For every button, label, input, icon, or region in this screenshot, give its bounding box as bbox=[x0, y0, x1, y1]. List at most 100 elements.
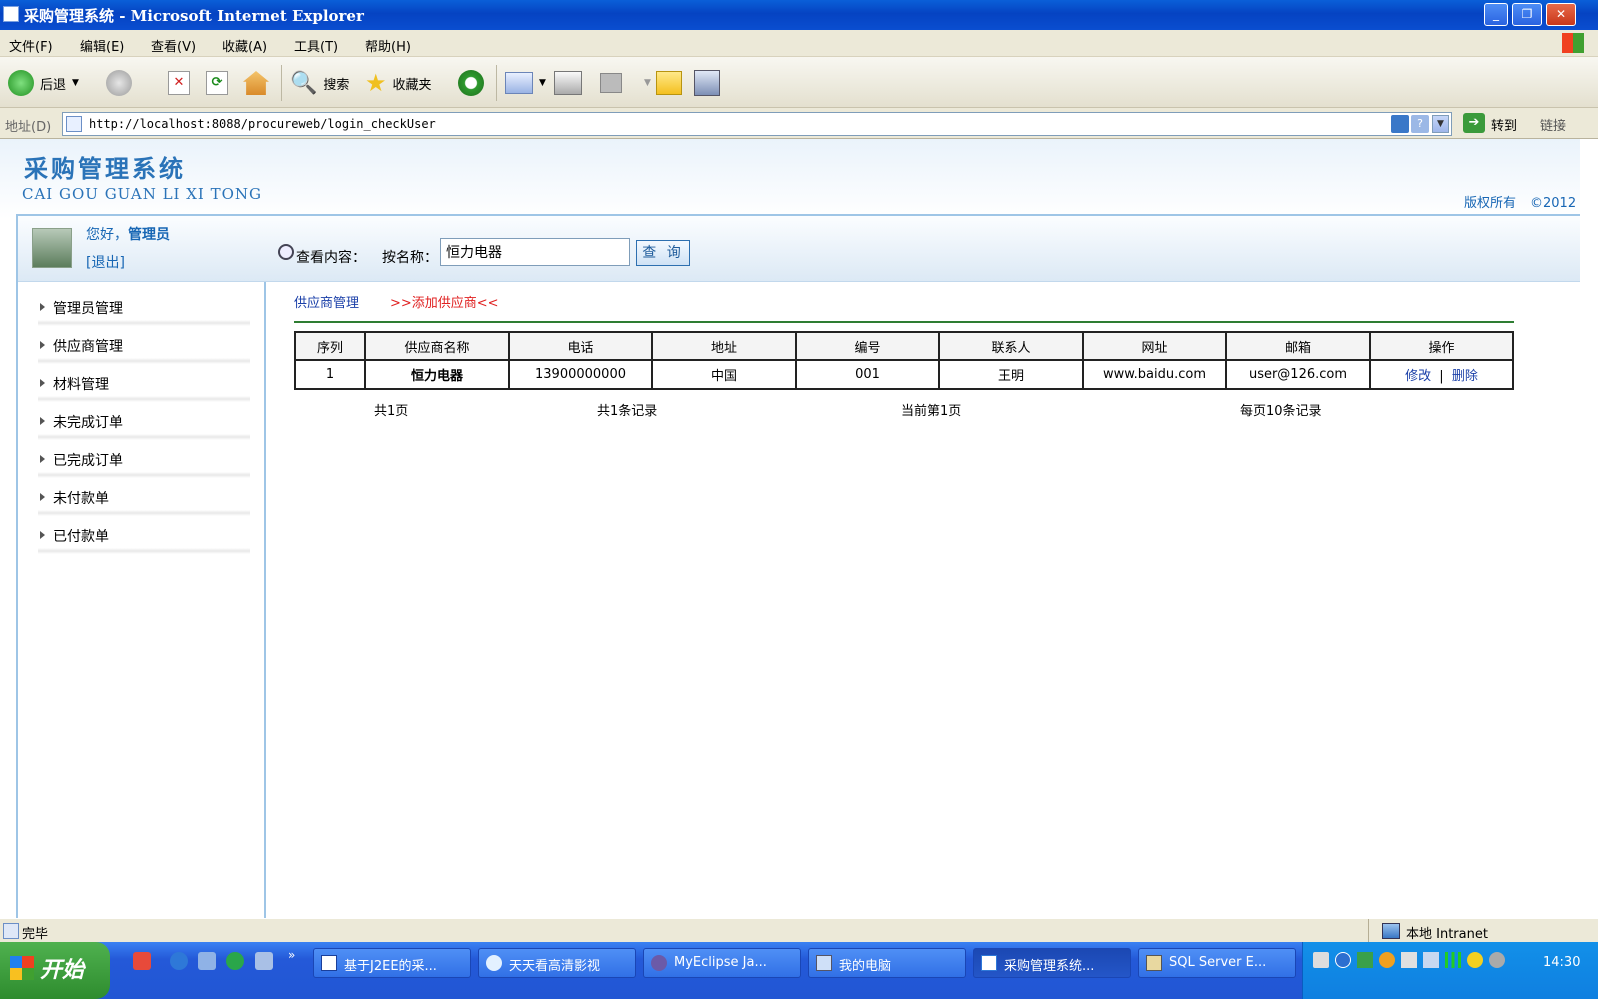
logout-link[interactable]: [退出] bbox=[86, 252, 125, 272]
quicklaunch-desktop-icon[interactable] bbox=[198, 952, 216, 970]
edit-link[interactable]: 修改 bbox=[1405, 369, 1431, 384]
refresh-button[interactable]: ⟳ bbox=[206, 69, 228, 97]
mail-icon bbox=[505, 72, 533, 94]
pager: 共1页 共1条记录 当前第1页 每页10条记录 bbox=[294, 400, 1514, 420]
nav-arrow-icon bbox=[40, 455, 45, 463]
menu-favorites[interactable]: 收藏(A) bbox=[222, 36, 267, 55]
table-row: 1 恒力电器 13900000000 中国 001 王明 www.baidu.c… bbox=[294, 359, 1514, 390]
quicklaunch-more-icon[interactable]: » bbox=[288, 948, 295, 962]
menu-help[interactable]: 帮助(H) bbox=[365, 36, 411, 55]
stop-icon: ✕ bbox=[168, 71, 190, 95]
tray-plus-icon[interactable] bbox=[1467, 952, 1483, 968]
clock[interactable]: 14:30 bbox=[1543, 955, 1580, 970]
delete-link[interactable]: 删除 bbox=[1452, 369, 1478, 384]
restore-button[interactable]: ❐ bbox=[1512, 3, 1542, 26]
quicklaunch-window-icon[interactable] bbox=[255, 952, 273, 970]
star-icon: ★ bbox=[365, 69, 387, 97]
cell-code: 001 bbox=[795, 359, 940, 390]
divider bbox=[294, 321, 1514, 323]
address-input[interactable]: http://localhost:8088/procureweb/login_c… bbox=[62, 112, 1452, 136]
nav-arrow-icon bbox=[40, 379, 45, 387]
tray-network-icon[interactable] bbox=[1357, 952, 1373, 968]
nav-arrow-icon bbox=[40, 303, 45, 311]
history-button[interactable] bbox=[458, 69, 484, 97]
messenger-button[interactable] bbox=[694, 69, 720, 97]
tray-device-icon[interactable] bbox=[1401, 952, 1417, 968]
sidebar-item-material[interactable]: 材料管理 bbox=[38, 364, 250, 402]
links-label[interactable]: 链接 bbox=[1540, 115, 1566, 134]
sidebar-item-label: 已完成订单 bbox=[53, 453, 123, 469]
tray-signal-icon[interactable] bbox=[1445, 952, 1461, 968]
sidebar-item-pending-orders[interactable]: 未完成订单 bbox=[38, 402, 250, 440]
menu-tools[interactable]: 工具(T) bbox=[294, 36, 338, 55]
compat-icon[interactable] bbox=[1391, 115, 1409, 133]
quicklaunch-player-icon[interactable] bbox=[226, 952, 244, 970]
taskbar: 开始 » 基于J2EE的采... 天天看高清影视 MyEclipse Ja...… bbox=[0, 942, 1598, 999]
sidebar-item-completed-orders[interactable]: 已完成订单 bbox=[38, 440, 250, 478]
minimize-button[interactable]: _ bbox=[1484, 3, 1508, 26]
menu-view[interactable]: 查看(V) bbox=[151, 36, 196, 55]
edit-dropdown-icon[interactable]: ▼ bbox=[644, 78, 651, 88]
print-button[interactable] bbox=[554, 69, 582, 97]
breadcrumb[interactable]: 供应商管理 bbox=[294, 292, 359, 311]
col-website: 网址 bbox=[1082, 331, 1227, 361]
tray-expand-icon[interactable] bbox=[1335, 952, 1351, 968]
task-label: 采购管理系统... bbox=[1004, 959, 1095, 974]
status-text: 完毕 bbox=[22, 927, 49, 942]
back-button[interactable]: 后退 ▼ bbox=[8, 69, 79, 97]
mail-dropdown-icon[interactable]: ▼ bbox=[539, 78, 546, 88]
forward-arrow-icon bbox=[106, 70, 132, 96]
home-icon bbox=[243, 71, 269, 95]
sidebar-item-admin[interactable]: 管理员管理 bbox=[38, 288, 250, 326]
quicklaunch-app-icon[interactable] bbox=[133, 952, 151, 970]
forward-button[interactable] bbox=[106, 69, 132, 97]
stop-button[interactable]: ✕ bbox=[168, 69, 190, 97]
sidebar-item-paid[interactable]: 已付款单 bbox=[38, 516, 250, 554]
help-icon[interactable]: ? bbox=[1411, 115, 1429, 133]
back-dropdown-icon[interactable]: ▼ bbox=[72, 78, 79, 88]
ie-page-icon bbox=[3, 6, 19, 22]
site-title-en: CAI GOU GUAN LI XI TONG bbox=[22, 185, 263, 203]
user-name: 管理员 bbox=[128, 227, 170, 243]
tray-volume-icon[interactable] bbox=[1489, 952, 1505, 968]
col-address: 地址 bbox=[651, 331, 797, 361]
task-label: 基于J2EE的采... bbox=[344, 959, 437, 974]
windows-flag-icon bbox=[1562, 33, 1584, 53]
quicklaunch-ie-icon[interactable] bbox=[170, 952, 188, 970]
tray-monitor-icon[interactable] bbox=[1423, 952, 1439, 968]
note-icon bbox=[656, 71, 682, 95]
pager-total-pages: 共1页 bbox=[374, 404, 409, 419]
ie-task-icon bbox=[981, 955, 997, 971]
site-header: 采购管理系统 CAI GOU GUAN LI XI TONG 版权所有 ©2012 bbox=[0, 139, 1580, 219]
sidebar-item-supplier[interactable]: 供应商管理 bbox=[38, 326, 250, 364]
sidebar-item-unpaid[interactable]: 未付款单 bbox=[38, 478, 250, 516]
my-computer-icon bbox=[816, 955, 832, 971]
cell-actions: 修改 | 删除 bbox=[1369, 359, 1514, 390]
sidebar-item-label: 已付款单 bbox=[53, 529, 109, 545]
pager-per-page: 每页10条记录 bbox=[1240, 404, 1322, 419]
menu-file[interactable]: 文件(F) bbox=[9, 36, 53, 55]
cell-seq: 1 bbox=[294, 359, 366, 390]
query-button[interactable]: 查 询 bbox=[636, 240, 690, 266]
toolbar-separator bbox=[281, 65, 282, 101]
edit-button[interactable]: ▼ bbox=[600, 69, 651, 97]
go-arrow-icon[interactable]: ➔ bbox=[1463, 113, 1485, 133]
mail-button[interactable]: ▼ bbox=[505, 69, 546, 97]
go-button[interactable]: 转到 bbox=[1491, 115, 1517, 134]
col-name: 供应商名称 bbox=[364, 331, 510, 361]
tray-icon[interactable] bbox=[1313, 952, 1329, 968]
discuss-button[interactable] bbox=[656, 69, 682, 97]
favorites-button[interactable]: ★ 收藏夹 bbox=[365, 69, 432, 97]
add-supplier-link[interactable]: >>添加供应商<< bbox=[390, 292, 499, 311]
cell-address: 中国 bbox=[651, 359, 797, 390]
search-button[interactable]: 🔍 搜索 bbox=[290, 69, 349, 97]
close-button[interactable]: ✕ bbox=[1546, 3, 1576, 26]
task-label: MyEclipse Ja... bbox=[674, 955, 767, 970]
menu-edit[interactable]: 编辑(E) bbox=[80, 36, 124, 55]
home-button[interactable] bbox=[243, 69, 269, 97]
address-url[interactable]: http://localhost:8088/procureweb/login_c… bbox=[89, 117, 436, 131]
address-dropdown-icon[interactable]: ▼ bbox=[1432, 115, 1449, 133]
search-input[interactable] bbox=[440, 238, 630, 266]
tray-qq-icon[interactable] bbox=[1379, 952, 1395, 968]
back-arrow-icon bbox=[8, 70, 34, 96]
